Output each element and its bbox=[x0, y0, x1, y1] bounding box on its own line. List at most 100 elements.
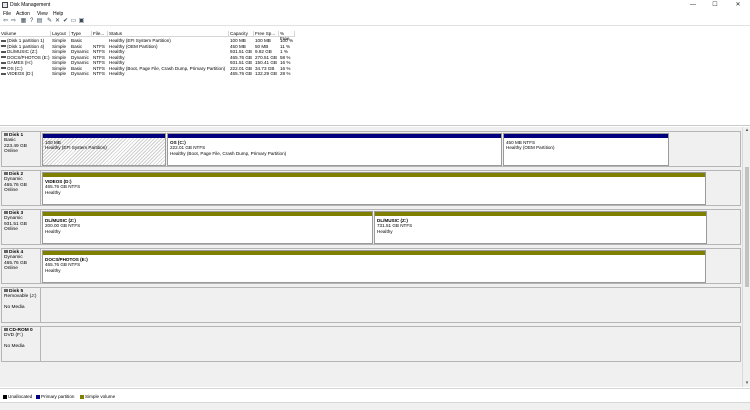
volume-list[interactable]: Volume Layout Type File... Status Capaci… bbox=[0, 27, 750, 126]
volume-type: Basic bbox=[71, 43, 83, 49]
column-volume[interactable]: Volume bbox=[0, 31, 51, 37]
volume-icon bbox=[1, 61, 6, 64]
volume-row[interactable]: (Disk 1 partition 1) Simple Basic Health… bbox=[0, 38, 300, 43]
volume-free-space: 9.82 GB bbox=[255, 49, 272, 54]
column-free-space[interactable]: Free Sp... bbox=[254, 31, 279, 37]
partition-bar bbox=[43, 212, 372, 216]
partition-info: 100 MB Healthy (EFI System Partition) bbox=[45, 140, 107, 151]
partition-info: DL/MUSIC (Z:) 731.51 GB NTFS Healthy bbox=[377, 218, 412, 234]
volume-file-system: NTFS bbox=[93, 71, 105, 76]
volume-layout: Simple bbox=[52, 60, 67, 65]
volume-capacity: 465.76 GB bbox=[230, 71, 252, 76]
volume-status: Healthy bbox=[109, 60, 125, 65]
volume-name: DOCS/PHOTOS (E:) bbox=[1, 55, 50, 60]
volume-percent-free: 16 % bbox=[280, 65, 291, 71]
column-status[interactable]: Status bbox=[108, 31, 229, 37]
column-capacity[interactable]: Capacity bbox=[229, 31, 254, 37]
legend-label: Simple volume bbox=[85, 394, 116, 399]
close-button[interactable]: ✕ bbox=[728, 0, 748, 10]
partition-status: Healthy (OEM Partition) bbox=[506, 145, 555, 151]
volume-capacity: 931.51 GB bbox=[230, 60, 252, 65]
partition-videos[interactable]: VIDEOS (D:) 465.76 GB NTFS Healthy bbox=[42, 172, 706, 205]
partition-dl-music-1[interactable]: DL/MUSIC (Z:) 200.00 GB NTFS Healthy bbox=[42, 211, 373, 244]
volume-percent-free: 16 % bbox=[280, 60, 291, 65]
volume-type: Basic bbox=[71, 38, 83, 43]
partition-dl-music-2[interactable]: DL/MUSIC (Z:) 731.51 GB NTFS Healthy bbox=[374, 211, 707, 244]
partition-status: Healthy (EFI System Partition) bbox=[45, 145, 107, 151]
disk-kind: Removable (J:) bbox=[4, 294, 37, 300]
partition-docs-photos[interactable]: DOCS/PHOTOS (E:) 465.76 GB NTFS Healthy bbox=[42, 250, 706, 283]
legend: Unallocated Primary partition Simple vol… bbox=[0, 388, 750, 402]
status-bar bbox=[0, 402, 750, 410]
column-layout[interactable]: Layout bbox=[51, 31, 70, 37]
volume-type: Dynamic bbox=[71, 71, 89, 76]
cdrom-0-label[interactable]: CD-ROM 0 DVD (F:) No Media bbox=[1, 326, 41, 362]
column-file-system[interactable]: File... bbox=[92, 31, 108, 37]
volume-name: (Disk 1 partition 4) bbox=[1, 44, 44, 49]
partition-os[interactable]: OS (C:) 222.01 GB NTFS Healthy (Boot, Pa… bbox=[167, 133, 502, 166]
disk-3-label[interactable]: Disk 3 Dynamic 931.51 GB Online bbox=[1, 209, 41, 245]
disk-3-partitions: DL/MUSIC (Z:) 200.00 GB NTFS Healthy DL/… bbox=[41, 209, 741, 245]
back-icon[interactable]: ⇦ bbox=[2, 18, 9, 25]
help-icon[interactable]: ? bbox=[28, 18, 35, 25]
legend-primary-partition: Primary partition bbox=[36, 394, 74, 399]
scroll-down-icon[interactable]: ▾ bbox=[744, 380, 750, 386]
console-tree-icon[interactable]: ▦ bbox=[20, 18, 27, 25]
volume-row[interactable]: (Disk 1 partition 4) Simple Basic NTFS H… bbox=[0, 44, 300, 49]
volume-row[interactable]: VIDEOS (D:) Simple Dynamic NTFS Healthy … bbox=[0, 71, 300, 76]
legend-label: Unallocated bbox=[8, 394, 33, 399]
toolbar: ⇦ ⇨ ▦ ? ▤ ✎ ✕ ✔ ▭ ▣ bbox=[0, 17, 750, 26]
disk-icon bbox=[4, 211, 8, 215]
volume-capacity: 465.76 GB bbox=[230, 54, 252, 60]
properties-icon[interactable]: ▤ bbox=[36, 18, 43, 25]
column-type[interactable]: Type bbox=[70, 31, 92, 37]
volume-name-text: GAMES (H:) bbox=[7, 60, 33, 65]
disk-2-label[interactable]: Disk 2 Dynamic 465.76 GB Online bbox=[1, 170, 41, 206]
volume-file-system: NTFS bbox=[93, 43, 105, 49]
volume-file-system: NTFS bbox=[93, 54, 105, 60]
disk-state: No Media bbox=[4, 343, 25, 349]
volume-row[interactable]: OS (C:) Simple Basic NTFS Healthy (Boot,… bbox=[0, 66, 300, 71]
scroll-thumb[interactable] bbox=[745, 167, 749, 287]
partition-efi[interactable]: 100 MB Healthy (EFI System Partition) bbox=[42, 133, 166, 166]
volume-percent-free: 11 % bbox=[280, 43, 291, 49]
window-title: Disk Management bbox=[10, 2, 51, 8]
partition-bar bbox=[375, 212, 706, 216]
volume-icon bbox=[1, 72, 6, 75]
disk-icon bbox=[4, 133, 8, 137]
disk-4-label[interactable]: Disk 4 Dynamic 465.76 GB Online bbox=[1, 248, 41, 284]
volume-layout: Simple bbox=[52, 65, 67, 71]
disk-icon bbox=[4, 250, 8, 254]
volume-row[interactable]: GAMES (H:) Simple Dynamic NTFS Healthy 9… bbox=[0, 60, 300, 65]
partition-oem[interactable]: 450 MB NTFS Healthy (OEM Partition) bbox=[503, 133, 669, 166]
volume-name-text: DOCS/PHOTOS (E:) bbox=[7, 54, 50, 60]
volume-status: Healthy (Boot, Page File, Crash Dump, Pr… bbox=[109, 65, 226, 71]
volume-row[interactable]: DL/MUSIC (Z:) Simple Dynamic NTFS Health… bbox=[0, 49, 300, 54]
volume-icon bbox=[1, 67, 6, 70]
minimize-button[interactable]: — bbox=[683, 0, 703, 10]
disk-map-scrollbar[interactable]: ▴ ▾ bbox=[742, 127, 750, 387]
volume-status: Healthy (OEM Partition) bbox=[109, 43, 158, 49]
disk-map: Disk 1 Basic 223.49 GB Online 100 MB Hea… bbox=[0, 127, 742, 387]
partition-info: DL/MUSIC (Z:) 200.00 GB NTFS Healthy bbox=[45, 218, 80, 234]
view-icon[interactable]: ▣ bbox=[78, 18, 85, 25]
volume-icon bbox=[1, 39, 6, 42]
refresh-icon[interactable]: ✎ bbox=[46, 18, 53, 25]
volume-row[interactable]: DOCS/PHOTOS (E:) Simple Dynamic NTFS Hea… bbox=[0, 55, 300, 60]
delete-icon[interactable]: ✕ bbox=[54, 18, 61, 25]
open-icon[interactable]: ▭ bbox=[70, 18, 77, 25]
disk-5-label[interactable]: Disk 5 Removable (J:) No Media bbox=[1, 287, 41, 323]
volume-capacity: 100 MB bbox=[230, 38, 246, 43]
disk-icon bbox=[4, 172, 8, 176]
maximize-button[interactable]: ☐ bbox=[705, 0, 725, 10]
disk-state: Online bbox=[4, 149, 18, 155]
column-percent-free[interactable]: % Free bbox=[279, 31, 295, 41]
volume-free-space: 50 MB bbox=[255, 43, 269, 49]
forward-icon[interactable]: ⇨ bbox=[10, 18, 17, 25]
partition-info: OS (C:) 222.01 GB NTFS Healthy (Boot, Pa… bbox=[170, 140, 286, 156]
disk-1-label[interactable]: Disk 1 Basic 223.49 GB Online bbox=[1, 131, 41, 167]
legend-swatch bbox=[3, 394, 7, 399]
volume-capacity: 931.51 GB bbox=[230, 49, 252, 54]
scroll-up-icon[interactable]: ▴ bbox=[744, 127, 750, 133]
check-icon[interactable]: ✔ bbox=[62, 18, 69, 25]
